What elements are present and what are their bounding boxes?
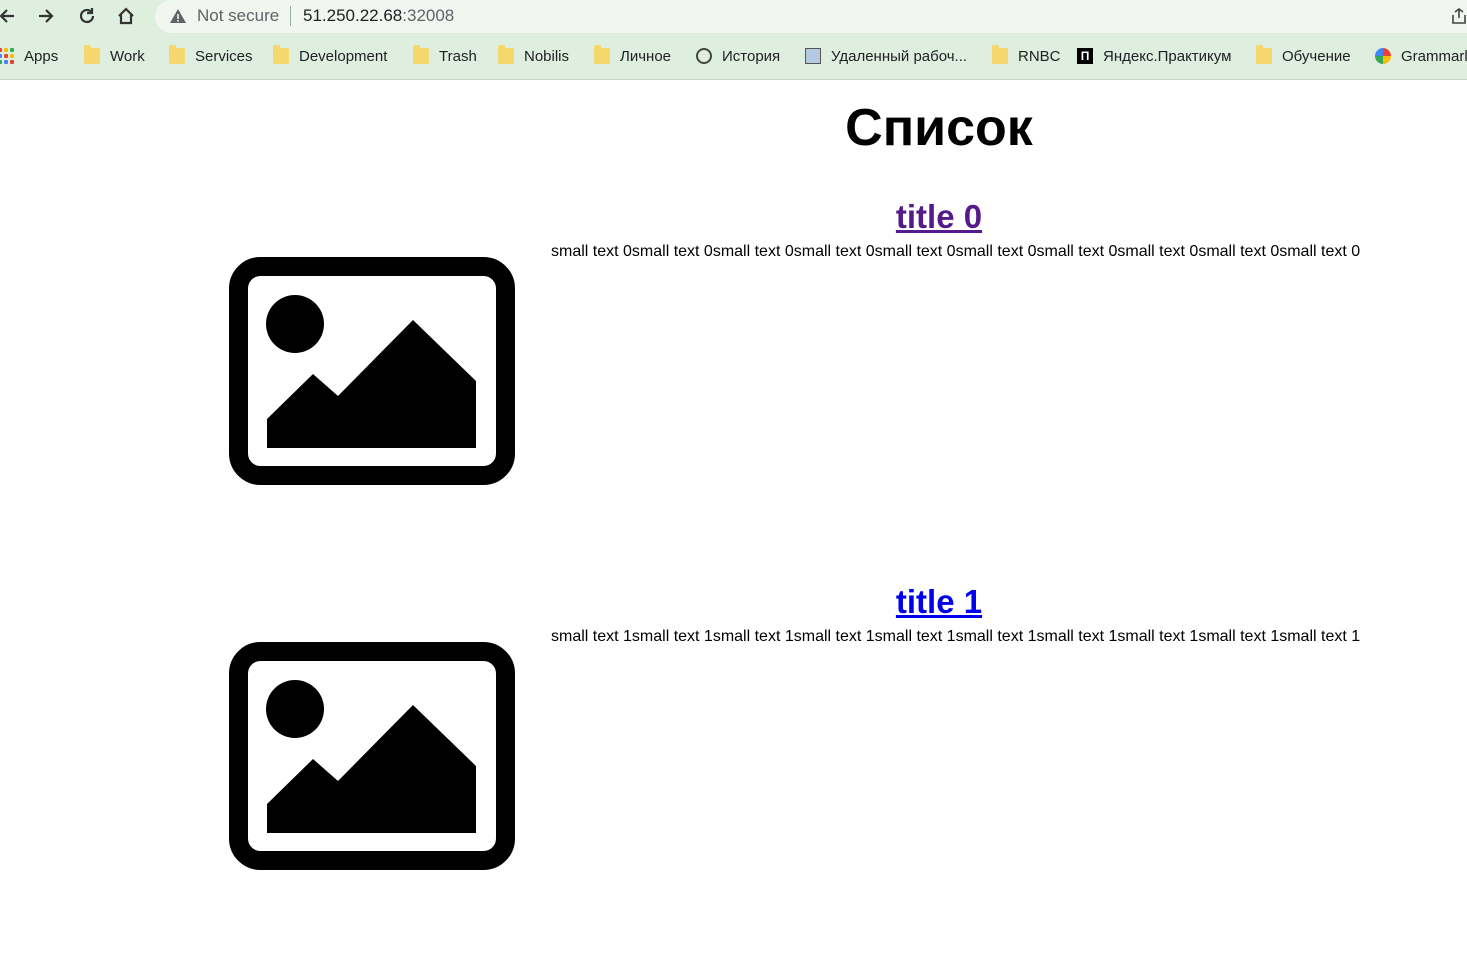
- folder-icon: [992, 45, 1008, 64]
- bookmark-obuchenie[interactable]: Обучение: [1256, 44, 1351, 68]
- folder-icon: [169, 45, 185, 64]
- item-description: small text 0small text 0small text 0smal…: [551, 243, 1361, 260]
- bookmark-label: Development: [299, 47, 388, 65]
- bookmark-grammarly[interactable]: Grammarl: [1375, 44, 1467, 68]
- bookmark-lichnoe[interactable]: Личное: [594, 44, 671, 68]
- bookmark-label: Work: [110, 47, 145, 65]
- folder-icon: [1256, 45, 1272, 64]
- bookmark-label: Обучение: [1282, 47, 1351, 65]
- bookmark-label: Services: [195, 47, 253, 65]
- bookmark-label: Личное: [620, 47, 672, 65]
- folder-icon: [84, 45, 100, 64]
- bookmark-nobilis[interactable]: Nobilis: [498, 44, 569, 68]
- bookmark-history[interactable]: История: [696, 44, 780, 68]
- history-icon: [696, 48, 712, 64]
- bookmark-label: Trash: [439, 47, 477, 65]
- bookmark-label: Nobilis: [524, 47, 570, 65]
- forward-arrow-icon[interactable]: [32, 2, 60, 30]
- bookmark-development[interactable]: Development: [273, 44, 387, 68]
- security-status[interactable]: Not secure: [197, 6, 279, 26]
- bookmark-apps[interactable]: Apps: [0, 44, 58, 68]
- remote-desktop-icon: [805, 48, 821, 64]
- omnibox-divider: [290, 6, 291, 26]
- bookmark-services[interactable]: Services: [169, 44, 253, 68]
- grammarly-icon: [1375, 48, 1391, 64]
- url-host: 51.250.22.68: [303, 6, 403, 25]
- address-bar[interactable]: Not secure 51.250.22.68:32008: [155, 0, 1467, 33]
- bookmarks-bar: Apps Work Services Development Trash Nob…: [0, 44, 1467, 68]
- url-port: :32008: [402, 6, 455, 25]
- folder-icon: [498, 45, 514, 64]
- page-title: Список: [845, 99, 1033, 157]
- bookmark-label: Grammarl: [1401, 47, 1467, 65]
- bookmark-work[interactable]: Work: [84, 44, 145, 68]
- share-icon[interactable]: [1450, 7, 1467, 30]
- back-arrow-icon[interactable]: [0, 2, 21, 30]
- item-title-link[interactable]: title 1: [0, 583, 1467, 621]
- bookmark-label: RNBC: [1018, 47, 1061, 65]
- warning-icon[interactable]: [169, 7, 187, 30]
- home-icon[interactable]: [112, 2, 140, 30]
- bookmark-label: Удаленный рабоч...: [831, 47, 968, 65]
- bookmark-yandex-practicum[interactable]: П Яндекс.Практикум: [1077, 44, 1231, 68]
- item-description: small text 1small text 1small text 1smal…: [551, 628, 1361, 645]
- browser-chrome: Not secure 51.250.22.68:32008 Apps Work …: [0, 0, 1467, 80]
- bookmark-label: История: [722, 47, 781, 65]
- item-title-link[interactable]: title 0: [0, 198, 1467, 236]
- list-item: title 1 small text 1small text 1small te…: [0, 583, 1467, 973]
- bookmark-label: Яндекс.Практикум: [1103, 47, 1232, 65]
- bookmark-rnbc[interactable]: RNBC: [992, 44, 1061, 68]
- yandex-practicum-icon: П: [1077, 48, 1093, 64]
- folder-icon: [413, 45, 429, 64]
- bookmark-label: Apps: [24, 47, 59, 65]
- apps-grid-icon: [0, 48, 14, 64]
- bookmark-trash[interactable]: Trash: [413, 44, 477, 68]
- bookmark-remote-desktop[interactable]: Удаленный рабоч...: [805, 44, 967, 68]
- reload-icon[interactable]: [73, 2, 101, 30]
- image-placeholder-icon: [229, 642, 515, 870]
- url-text[interactable]: 51.250.22.68:32008: [303, 6, 454, 26]
- image-placeholder-icon: [229, 257, 515, 485]
- list-item: title 0 small text 0small text 0small te…: [0, 198, 1467, 588]
- folder-icon: [594, 45, 610, 64]
- folder-icon: [273, 45, 289, 64]
